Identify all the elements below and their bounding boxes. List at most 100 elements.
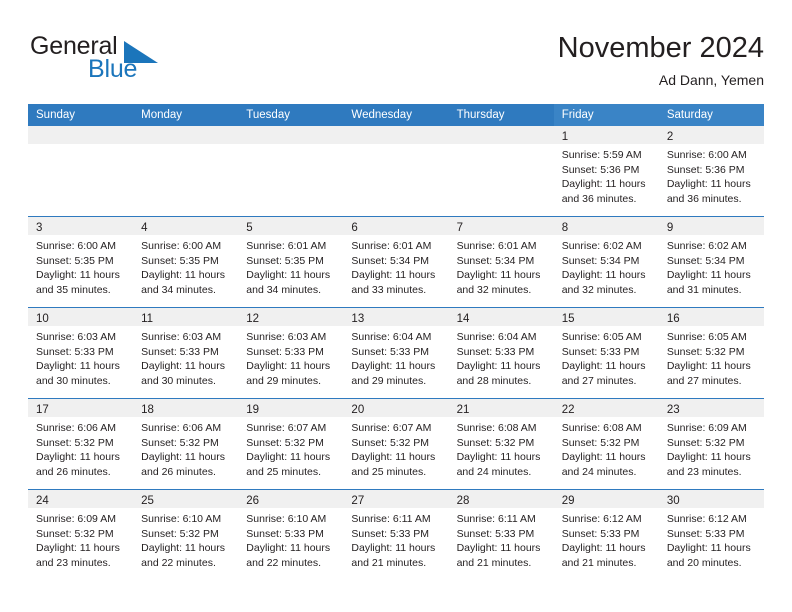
day-details: Sunrise: 6:08 AM Sunset: 5:32 PM Daylight:… [449, 417, 554, 479]
day-number: 20 [351, 404, 365, 416]
day-cell-13[interactable]: 13 Sunrise: 6:04 AM Sunset: 5:33 PM Dayligh… [343, 308, 449, 398]
day-cell-10[interactable]: 10 Sunrise: 6:03 AM Sunset: 5:33 PM Dayligh… [28, 308, 134, 398]
day-cell-6[interactable]: 6 Sunrise: 6:01 AM Sunset: 5:34 PM Daylight… [343, 217, 449, 307]
day-cell-16[interactable]: 16 Sunrise: 6:05 AM Sunset: 5:32 PM Dayligh… [658, 308, 764, 398]
day-number: 9 [666, 222, 674, 234]
day-details: Sunrise: 6:01 AM Sunset: 5:34 PM Daylight:… [449, 235, 554, 297]
day-cell-11[interactable]: 11 Sunrise: 6:03 AM Sunset: 5:33 PM Dayligh… [133, 308, 239, 398]
calendar-cell: 2 Sunrise: 6:00 AM Sunset: 5:36 PM Daylight… [658, 126, 764, 217]
calendar-cell: 21 Sunrise: 6:08 AM Sunset: 5:32 PM Dayligh… [448, 398, 554, 490]
day-number-band: 17 [28, 399, 134, 417]
day-number-band: 15 [553, 308, 659, 326]
day-cell-5[interactable]: 5 Sunrise: 6:01 AM Sunset: 5:35 PM Daylight… [238, 217, 344, 307]
day-details: Sunrise: 6:00 AM Sunset: 5:36 PM Daylight:… [659, 144, 764, 206]
day-cell-empty [238, 126, 344, 216]
day-cell-25[interactable]: 25 Sunrise: 6:10 AM Sunset: 5:32 PM Dayligh… [133, 490, 239, 580]
sunrise-text: Sunrise: 6:12 AM [561, 513, 642, 525]
day-cell-28[interactable]: 28 Sunrise: 6:11 AM Sunset: 5:33 PM Dayligh… [448, 490, 554, 580]
day-number-band: 8 [553, 217, 659, 235]
day-cell-7[interactable]: 7 Sunrise: 6:01 AM Sunset: 5:34 PM Daylight… [448, 217, 554, 307]
sunrise-text: Sunrise: 6:00 AM [666, 149, 747, 161]
day-cell-12[interactable]: 12 Sunrise: 6:03 AM Sunset: 5:33 PM Dayligh… [238, 308, 344, 398]
sunset-text: Sunset: 5:33 PM [561, 345, 640, 358]
daylight-text: Daylight: 11 hours and 22 minutes. [141, 542, 225, 569]
daylight-text: Daylight: 11 hours and 24 minutes. [561, 451, 646, 478]
calendar-cell: 12 Sunrise: 6:03 AM Sunset: 5:33 PM Dayligh… [238, 307, 344, 399]
day-number: 25 [141, 495, 154, 507]
day-cell-29[interactable]: 29 Sunrise: 6:12 AM Sunset: 5:33 PM Dayligh… [553, 490, 659, 580]
sunrise-text: Sunrise: 6:06 AM [141, 422, 222, 434]
day-details: Sunrise: 6:02 AM Sunset: 5:34 PM Daylight:… [554, 235, 659, 297]
sunrise-text: Sunrise: 6:00 AM [36, 240, 116, 252]
sunset-text: Sunset: 5:36 PM [666, 163, 745, 176]
day-cell-8[interactable]: 8 Sunrise: 6:02 AM Sunset: 5:34 PM Daylight… [553, 217, 659, 307]
day-cell-18[interactable]: 18 Sunrise: 6:06 AM Sunset: 5:32 PM Dayligh… [133, 399, 239, 489]
day-cell-30[interactable]: 30 Sunrise: 6:12 AM Sunset: 5:33 PM Dayligh… [658, 490, 764, 580]
day-details: Sunrise: 6:01 AM Sunset: 5:35 PM Daylight:… [238, 235, 343, 297]
day-details: Sunrise: 6:03 AM Sunset: 5:33 PM Daylight:… [238, 326, 343, 388]
daylight-text: Daylight: 11 hours and 33 minutes. [351, 269, 436, 296]
day-details: Sunrise: 6:06 AM Sunset: 5:32 PM Daylight:… [133, 417, 238, 479]
day-cell-2[interactable]: 2 Sunrise: 6:00 AM Sunset: 5:36 PM Daylight… [658, 126, 764, 216]
day-number: 16 [666, 313, 680, 325]
day-details: Sunrise: 6:06 AM Sunset: 5:32 PM Daylight:… [28, 417, 133, 479]
day-cell-3[interactable]: 3 Sunrise: 6:00 AM Sunset: 5:35 PM Daylight… [28, 217, 134, 307]
sunrise-text: Sunrise: 6:04 AM [351, 331, 432, 343]
day-cell-21[interactable]: 21 Sunrise: 6:08 AM Sunset: 5:32 PM Dayligh… [448, 399, 554, 489]
sunrise-text: Sunrise: 6:05 AM [561, 331, 642, 343]
calendar-cell: 4 Sunrise: 6:00 AM Sunset: 5:35 PM Daylight… [133, 216, 239, 308]
day-number-band: 14 [448, 308, 554, 326]
day-details: Sunrise: 6:04 AM Sunset: 5:33 PM Daylight:… [343, 326, 448, 388]
sunset-text: Sunset: 5:33 PM [141, 345, 219, 358]
sunset-text: Sunset: 5:32 PM [666, 436, 745, 449]
sunrise-text: Sunrise: 6:10 AM [246, 513, 327, 525]
day-details: Sunrise: 6:01 AM Sunset: 5:34 PM Daylight:… [343, 235, 448, 297]
calendar-cell: 1 Sunrise: 5:59 AM Sunset: 5:36 PM Daylight… [553, 126, 659, 217]
sunrise-text: Sunrise: 6:08 AM [456, 422, 537, 434]
day-number-band: 29 [553, 490, 659, 508]
day-cell-20[interactable]: 20 Sunrise: 6:07 AM Sunset: 5:32 PM Dayligh… [343, 399, 449, 489]
day-cell-23[interactable]: 23 Sunrise: 6:09 AM Sunset: 5:32 PM Dayligh… [658, 399, 764, 489]
sunset-text: Sunset: 5:32 PM [456, 436, 535, 449]
sunset-text: Sunset: 5:32 PM [36, 527, 114, 540]
brand-logo[interactable]: General Blue [28, 32, 268, 88]
day-cell-27[interactable]: 27 Sunrise: 6:11 AM Sunset: 5:33 PM Dayligh… [343, 490, 449, 580]
day-number: 12 [246, 313, 260, 325]
day-number-band: 30 [658, 490, 764, 508]
location-subtitle: Ad Dann, Yemen [658, 72, 764, 88]
column-header-monday: Monday [133, 104, 239, 126]
column-header-friday: Friday [553, 104, 659, 126]
daylight-text: Daylight: 11 hours and 32 minutes. [456, 269, 541, 296]
day-number: 30 [666, 495, 680, 507]
day-cell-17[interactable]: 17 Sunrise: 6:06 AM Sunset: 5:32 PM Dayligh… [28, 399, 134, 489]
calendar-cell: 3 Sunrise: 6:00 AM Sunset: 5:35 PM Daylight… [28, 216, 134, 308]
sunset-text: Sunset: 5:32 PM [36, 436, 114, 449]
day-number-band: 22 [553, 399, 659, 417]
day-number-band: 12 [238, 308, 344, 326]
sunrise-text: Sunrise: 6:11 AM [351, 513, 431, 525]
day-cell-9[interactable]: 9 Sunrise: 6:02 AM Sunset: 5:34 PM Daylight… [658, 217, 764, 307]
day-cell-19[interactable]: 19 Sunrise: 6:07 AM Sunset: 5:32 PM Dayligh… [238, 399, 344, 489]
calendar-table: Sunday Monday Tuesday Wednesday Thursday Frid… [28, 104, 764, 580]
daylight-text: Daylight: 11 hours and 34 minutes. [246, 269, 331, 296]
day-cell-14[interactable]: 14 Sunrise: 6:04 AM Sunset: 5:33 PM Dayligh… [448, 308, 554, 398]
day-cell-24[interactable]: 24 Sunrise: 6:09 AM Sunset: 5:32 PM Dayligh… [28, 490, 134, 580]
day-details: Sunrise: 6:07 AM Sunset: 5:32 PM Daylight:… [238, 417, 343, 479]
column-header-thursday: Thursday [448, 104, 554, 126]
day-number-band: 18 [133, 399, 239, 417]
day-details: Sunrise: 6:11 AM Sunset: 5:33 PM Daylight:… [343, 508, 448, 570]
sunrise-text: Sunrise: 6:09 AM [36, 513, 116, 525]
day-cell-1[interactable]: 1 Sunrise: 5:59 AM Sunset: 5:36 PM Daylight… [553, 126, 659, 216]
day-cell-15[interactable]: 15 Sunrise: 6:05 AM Sunset: 5:33 PM Dayligh… [553, 308, 659, 398]
day-cell-26[interactable]: 26 Sunrise: 6:10 AM Sunset: 5:33 PM Dayligh… [238, 490, 344, 580]
daylight-text: Daylight: 11 hours and 23 minutes. [666, 451, 751, 478]
day-details: Sunrise: 6:07 AM Sunset: 5:32 PM Daylight:… [343, 417, 448, 479]
sunset-text: Sunset: 5:35 PM [141, 254, 219, 267]
sunrise-text: Sunrise: 6:07 AM [351, 422, 432, 434]
sunset-text: Sunset: 5:33 PM [666, 527, 745, 540]
day-number: 13 [351, 313, 365, 325]
day-number: 8 [561, 222, 569, 234]
sunrise-text: Sunrise: 6:01 AM [246, 240, 327, 252]
day-cell-22[interactable]: 22 Sunrise: 6:08 AM Sunset: 5:32 PM Dayligh… [553, 399, 659, 489]
day-cell-4[interactable]: 4 Sunrise: 6:00 AM Sunset: 5:35 PM Daylight… [133, 217, 239, 307]
